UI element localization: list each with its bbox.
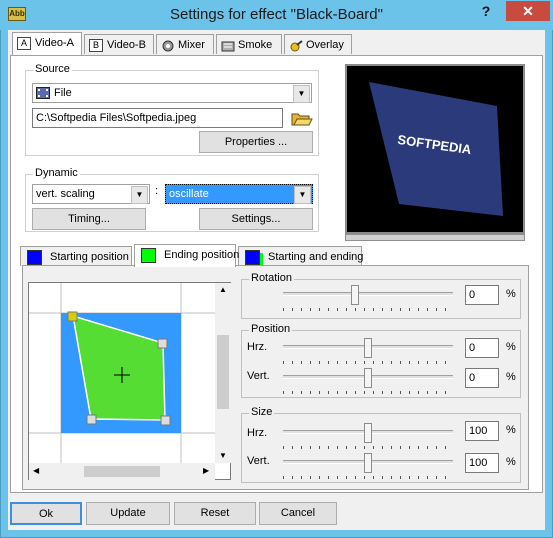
tab-overlay[interactable]: Overlay xyxy=(284,34,352,54)
position-hrz-ticks xyxy=(283,361,453,364)
timing-button[interactable]: Timing... xyxy=(32,208,146,230)
close-button[interactable]: ✕ xyxy=(506,1,550,21)
tab-video-b[interactable]: B Video-B xyxy=(84,34,154,54)
tab-mixer[interactable]: Mixer xyxy=(156,34,214,54)
corner-handle-bottom-left[interactable] xyxy=(86,414,97,425)
tab-starting-position[interactable]: Starting position xyxy=(20,246,132,266)
overlay-icon xyxy=(289,39,303,52)
size-vert-label: Vert. xyxy=(247,455,270,467)
dynamic-mode-combo[interactable]: vert. scaling ▼ xyxy=(32,184,150,204)
folder-open-icon xyxy=(289,113,313,131)
size-hrz-unit: % xyxy=(506,424,516,436)
rotation-value-field[interactable]: 0 xyxy=(465,285,499,305)
main-tab-strip: A Video-A B Video-B Mixer Smoke Overlay xyxy=(12,32,352,56)
position-hrz-slider-thumb[interactable] xyxy=(364,338,372,358)
preview-board: SOFTPEDIA xyxy=(369,82,503,216)
position-hrz-unit: % xyxy=(506,341,516,353)
tab-video-a[interactable]: A Video-A xyxy=(12,32,82,55)
rotation-group-label: Rotation xyxy=(249,272,294,284)
position-vert-label: Vert. xyxy=(247,370,270,382)
vertical-scrollbar[interactable]: ▲ ▼ xyxy=(215,283,231,463)
mixer-icon xyxy=(161,39,175,52)
blue-square-icon xyxy=(27,249,42,265)
corner-handle-top-right[interactable] xyxy=(157,338,168,349)
size-vert-unit: % xyxy=(506,456,516,468)
rotation-unit: % xyxy=(506,288,516,300)
letter-b-icon: B xyxy=(89,38,103,52)
tab-ending-position[interactable]: Ending position xyxy=(134,244,239,267)
tab-smoke[interactable]: Smoke xyxy=(216,34,282,54)
size-hrz-field[interactable]: 100 xyxy=(465,421,499,441)
smoke-icon xyxy=(221,39,235,52)
dynamic-group-label: Dynamic xyxy=(33,167,80,179)
size-hrz-label: Hrz. xyxy=(247,427,268,439)
position-vert-slider-thumb[interactable] xyxy=(364,368,372,388)
rotation-slider-track[interactable] xyxy=(283,292,453,296)
source-group-label: Source xyxy=(33,63,72,75)
letter-a-icon: A xyxy=(17,36,31,50)
position-editor[interactable] xyxy=(29,283,215,463)
properties-button[interactable]: Properties ... xyxy=(199,131,313,153)
size-vert-ticks xyxy=(283,476,453,479)
position-hrz-field[interactable]: 0 xyxy=(465,338,499,358)
corner-handle-bottom-right[interactable] xyxy=(160,415,171,426)
position-canvas[interactable]: ▲ ▼ ◀ ▶ xyxy=(28,282,231,480)
position-vert-field[interactable]: 0 xyxy=(465,368,499,388)
source-type-combo[interactable]: File ▼ xyxy=(32,83,312,103)
position-group-label: Position xyxy=(249,323,293,335)
rotation-slider-ticks xyxy=(283,308,453,311)
green-square-icon xyxy=(141,247,156,263)
chevron-down-icon[interactable]: ▼ xyxy=(293,85,310,103)
dynamic-settings-button[interactable]: Settings... xyxy=(199,208,313,230)
position-hrz-label: Hrz. xyxy=(247,341,268,353)
scroll-right-icon[interactable]: ▶ xyxy=(203,466,209,475)
reset-button[interactable]: Reset xyxy=(174,502,256,525)
size-group-label: Size xyxy=(249,406,275,418)
corner-handle-top-left[interactable] xyxy=(67,311,78,322)
chevron-down-icon[interactable]: ▼ xyxy=(131,186,148,204)
ok-button[interactable]: Ok xyxy=(10,502,82,525)
update-button[interactable]: Update xyxy=(86,502,170,525)
chevron-down-icon[interactable]: ▼ xyxy=(294,186,311,204)
scroll-up-icon[interactable]: ▲ xyxy=(219,285,227,294)
size-hrz-slider-thumb[interactable] xyxy=(364,423,372,443)
source-path-field[interactable]: C:\Softpedia Files\Softpedia.jpeg xyxy=(32,108,283,128)
scroll-left-icon[interactable]: ◀ xyxy=(33,466,39,475)
horizontal-scrollbar[interactable]: ◀ ▶ xyxy=(29,463,215,480)
size-vert-slider-thumb[interactable] xyxy=(364,453,372,473)
preview-progress-bar xyxy=(345,234,525,241)
cancel-button[interactable]: Cancel xyxy=(259,502,337,525)
vertical-scroll-thumb[interactable] xyxy=(217,335,229,409)
help-button[interactable]: ? xyxy=(468,1,504,21)
effect-preview: SOFTPEDIA xyxy=(345,64,525,234)
horizontal-scroll-thumb[interactable] xyxy=(84,466,160,477)
scroll-down-icon[interactable]: ▼ xyxy=(219,451,227,460)
size-vert-field[interactable]: 100 xyxy=(465,453,499,473)
tab-starting-and-ending[interactable]: Starting and ending xyxy=(238,246,363,266)
position-vert-unit: % xyxy=(506,371,516,383)
dynamic-function-combo[interactable]: oscillate ▼ xyxy=(165,184,313,204)
film-icon xyxy=(36,87,50,100)
open-folder-button[interactable] xyxy=(289,108,313,128)
rotation-slider-thumb[interactable] xyxy=(351,285,359,305)
blue-green-square-icon xyxy=(245,249,260,265)
position-vert-ticks xyxy=(283,391,453,394)
size-hrz-ticks xyxy=(283,446,453,449)
dynamic-separator: : xyxy=(155,185,159,197)
